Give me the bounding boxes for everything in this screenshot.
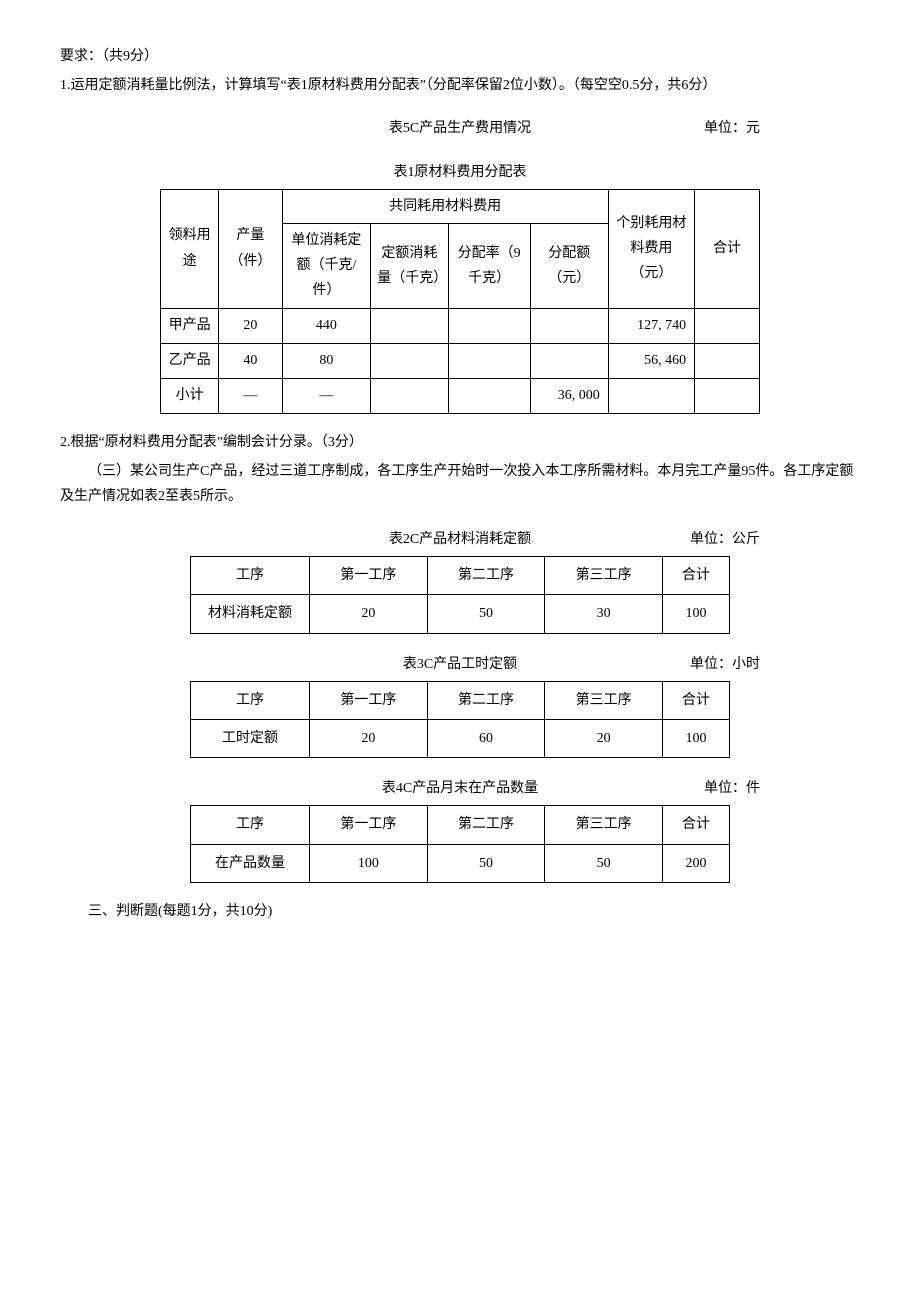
table-row: 工序 第一工序 第二工序 第三工序 合计 bbox=[191, 557, 730, 595]
table-row: 甲产品 20 440 127, 740 bbox=[161, 308, 760, 343]
table3-unit: 单位：小时 bbox=[690, 652, 760, 677]
col-qty: 产量（件） bbox=[219, 189, 282, 308]
cell-indiv: 56, 460 bbox=[608, 343, 694, 378]
cell-v1: 100 bbox=[310, 844, 428, 882]
cell-total bbox=[695, 343, 760, 378]
row-label: 在产品数量 bbox=[191, 844, 310, 882]
cell-vt: 100 bbox=[663, 720, 730, 758]
requirement-heading: 要求：（共9分） bbox=[60, 44, 860, 69]
table3-caption-row: 表3C产品工时定额 单位：小时 bbox=[60, 652, 860, 677]
table-4-wip-quantity: 工序 第一工序 第二工序 第三工序 合计 在产品数量 100 50 50 200 bbox=[190, 805, 730, 882]
section-3-heading: 三、判断题(每题1分，共10分) bbox=[60, 899, 860, 924]
col-p1: 第一工序 bbox=[310, 681, 428, 719]
table-3-labor-hour-quota: 工序 第一工序 第二工序 第三工序 合计 工时定额 20 60 20 100 bbox=[190, 681, 730, 758]
col-p2: 第二工序 bbox=[427, 806, 545, 844]
col-alloc-rate: 分配率（9千克） bbox=[448, 223, 530, 308]
cell-v3: 30 bbox=[545, 595, 663, 633]
row-label: 工时定额 bbox=[191, 720, 310, 758]
table-row: 材料消耗定额 20 50 30 100 bbox=[191, 595, 730, 633]
col-use: 领料用途 bbox=[161, 189, 219, 308]
table2-caption-row: 表2C产品材料消耗定额 单位：公斤 bbox=[60, 527, 860, 552]
col-shared-group: 共同耗用材料费用 bbox=[282, 189, 608, 223]
cell-quota-consume bbox=[371, 308, 448, 343]
col-process: 工序 bbox=[191, 806, 310, 844]
table-row: 小计 — — 36, 000 bbox=[161, 378, 760, 413]
table-row: 在产品数量 100 50 50 200 bbox=[191, 844, 730, 882]
col-quota-consume: 定额消耗量（千克） bbox=[371, 223, 448, 308]
cell-quota-consume bbox=[371, 343, 448, 378]
cell-vt: 100 bbox=[663, 595, 730, 633]
table4-unit: 单位：件 bbox=[704, 776, 760, 801]
question-1: 1.运用定额消耗量比例法，计算填写“表1原材料费用分配表”（分配率保留2位小数）… bbox=[60, 73, 860, 98]
cell-use: 乙产品 bbox=[161, 343, 219, 378]
table4-caption-row: 表4C产品月末在产品数量 单位：件 bbox=[60, 776, 860, 801]
table-row: 工序 第一工序 第二工序 第三工序 合计 bbox=[191, 681, 730, 719]
cell-alloc-rate bbox=[448, 343, 530, 378]
col-process: 工序 bbox=[191, 557, 310, 595]
cell-qty: 20 bbox=[219, 308, 282, 343]
col-p2: 第二工序 bbox=[427, 557, 545, 595]
col-p3: 第三工序 bbox=[545, 681, 663, 719]
cell-v3: 20 bbox=[545, 720, 663, 758]
cell-alloc-amt bbox=[530, 308, 608, 343]
col-p1: 第一工序 bbox=[310, 806, 428, 844]
col-total: 合计 bbox=[663, 806, 730, 844]
cell-indiv: 127, 740 bbox=[608, 308, 694, 343]
problem-3-intro: （三）某公司生产C产品，经过三道工序制成，各工序生产开始时一次投入本工序所需材料… bbox=[60, 459, 860, 509]
row-label: 材料消耗定额 bbox=[191, 595, 310, 633]
cell-v1: 20 bbox=[310, 720, 428, 758]
col-alloc-amt: 分配额（元） bbox=[530, 223, 608, 308]
cell-alloc-rate bbox=[448, 308, 530, 343]
col-unit-quota: 单位消耗定额（千克/件） bbox=[282, 223, 371, 308]
cell-unit-quota: 440 bbox=[282, 308, 371, 343]
col-indiv: 个别耗用材料费用（元） bbox=[608, 189, 694, 308]
cell-v2: 60 bbox=[427, 720, 545, 758]
col-total: 合计 bbox=[663, 681, 730, 719]
question-2: 2.根据“原材料费用分配表”编制会计分录。（3分） bbox=[60, 430, 860, 455]
cell-vt: 200 bbox=[663, 844, 730, 882]
col-p2: 第二工序 bbox=[427, 681, 545, 719]
cell-use: 甲产品 bbox=[161, 308, 219, 343]
cell-indiv bbox=[608, 378, 694, 413]
col-p1: 第一工序 bbox=[310, 557, 428, 595]
cell-qty: 40 bbox=[219, 343, 282, 378]
col-total: 合计 bbox=[695, 189, 760, 308]
table1-caption: 表1原材料费用分配表 bbox=[60, 160, 860, 185]
table5-unit: 单位：元 bbox=[704, 116, 760, 141]
cell-quota-consume bbox=[371, 378, 448, 413]
cell-total bbox=[695, 308, 760, 343]
table-2-material-quota: 工序 第一工序 第二工序 第三工序 合计 材料消耗定额 20 50 30 100 bbox=[190, 556, 730, 633]
table2-unit: 单位：公斤 bbox=[690, 527, 760, 552]
cell-v2: 50 bbox=[427, 595, 545, 633]
cell-alloc-amt bbox=[530, 343, 608, 378]
table-row: 工时定额 20 60 20 100 bbox=[191, 720, 730, 758]
cell-qty: — bbox=[219, 378, 282, 413]
table-1-raw-material-allocation: 领料用途 产量（件） 共同耗用材料费用 个别耗用材料费用（元） 合计 单位消耗定… bbox=[160, 189, 760, 414]
col-p3: 第三工序 bbox=[545, 806, 663, 844]
cell-v1: 20 bbox=[310, 595, 428, 633]
cell-unit-quota: — bbox=[282, 378, 371, 413]
cell-alloc-rate bbox=[448, 378, 530, 413]
col-p3: 第三工序 bbox=[545, 557, 663, 595]
table-row: 乙产品 40 80 56, 460 bbox=[161, 343, 760, 378]
cell-use: 小计 bbox=[161, 378, 219, 413]
cell-v2: 50 bbox=[427, 844, 545, 882]
col-total: 合计 bbox=[663, 557, 730, 595]
col-process: 工序 bbox=[191, 681, 310, 719]
cell-total bbox=[695, 378, 760, 413]
table5-caption-row: 表5C产品生产费用情况 单位：元 bbox=[60, 116, 860, 141]
cell-unit-quota: 80 bbox=[282, 343, 371, 378]
cell-v3: 50 bbox=[545, 844, 663, 882]
table-1-header-row: 领料用途 产量（件） 共同耗用材料费用 个别耗用材料费用（元） 合计 bbox=[161, 189, 760, 223]
cell-alloc-amt: 36, 000 bbox=[530, 378, 608, 413]
table-row: 工序 第一工序 第二工序 第三工序 合计 bbox=[191, 806, 730, 844]
